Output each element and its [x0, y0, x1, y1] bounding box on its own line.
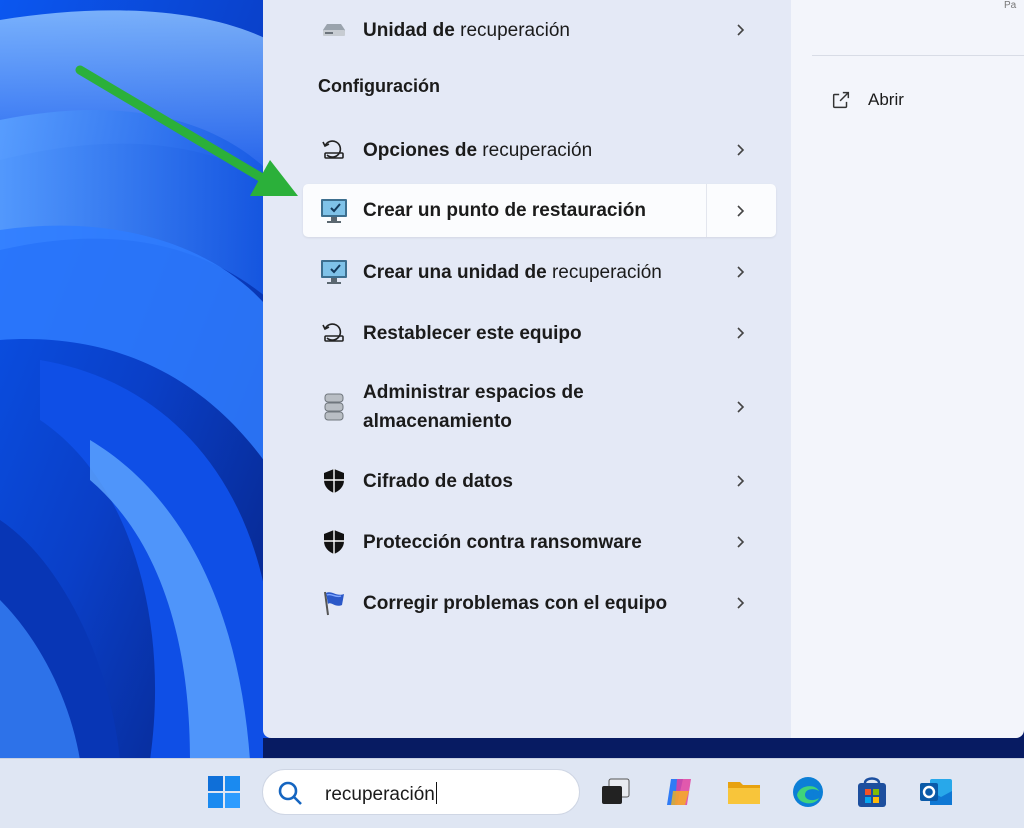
item-title-rest: recuperación [546, 261, 662, 283]
recovery-icon [319, 135, 349, 165]
system-protection-icon [319, 257, 349, 287]
item-title-bold: Opciones de [363, 139, 478, 161]
chevron-right-icon [737, 475, 745, 487]
preview-edge-text: Pa [1004, 0, 1017, 11]
storage-spaces-icon [319, 392, 349, 422]
item-title-bold: Crear una unidad de [363, 261, 547, 283]
chevron-right-icon[interactable] [733, 203, 749, 219]
result-item-crear-punto-restauracion[interactable]: Crear un punto de restauración [303, 184, 776, 237]
result-item-administrar-espacios[interactable]: Administrar espacios de almacenamiento [303, 377, 776, 437]
chevron-right-icon [737, 597, 745, 609]
preview-pane [791, 0, 1024, 738]
system-protection-icon [319, 196, 349, 226]
item-title-rest: recuperación [454, 19, 570, 41]
result-item-corregir-problemas[interactable]: Corregir problemas con el equipo [303, 587, 776, 619]
store-icon[interactable] [852, 772, 892, 812]
text-caret [435, 782, 437, 804]
result-item-unidad-recuperacion[interactable]: Unidad de recuperación [303, 14, 776, 46]
chevron-right-icon [737, 24, 745, 36]
search-results-panel [263, 0, 791, 738]
file-explorer-icon[interactable] [724, 772, 764, 812]
item-title-bold: Corregir problemas con el equipo [363, 592, 668, 614]
item-title-rest: recuperación [477, 139, 593, 161]
result-item-restablecer-equipo[interactable]: Restablecer este equipo [303, 317, 776, 349]
preview-header [812, 0, 1024, 56]
item-title-bold: Unidad de [363, 19, 455, 41]
item-title-bold: Protección contra ransomware [363, 531, 642, 553]
item-title-bold: Administrar espacios de [363, 382, 584, 403]
drive-icon [319, 15, 349, 45]
open-action-button[interactable]: Abrir [830, 86, 904, 114]
flag-icon [319, 588, 349, 618]
open-action-label: Abrir [868, 90, 904, 109]
item-title-bold: Restablecer este equipo [363, 322, 582, 344]
item-title-bold: Cifrado de datos [363, 470, 513, 492]
edge-icon[interactable] [788, 772, 828, 812]
outlook-icon[interactable] [916, 772, 956, 812]
chevron-right-icon [737, 536, 745, 548]
chevron-right-icon [737, 327, 745, 339]
result-item-proteccion-ransomware[interactable]: Protección contra ransomware [303, 526, 776, 558]
windows-start-icon[interactable] [204, 772, 244, 812]
shield-icon [319, 527, 349, 557]
row-divider [706, 184, 707, 237]
section-heading-configuracion: Configuración [318, 76, 440, 96]
recovery-icon [319, 318, 349, 348]
item-title-line2: almacenamiento [363, 411, 512, 432]
result-item-crear-unidad-recuperacion[interactable]: Crear una unidad de recuperación [303, 256, 776, 288]
search-icon [278, 781, 302, 805]
item-title-bold: Crear un punto de restauración [363, 200, 646, 221]
result-item-opciones-recuperacion[interactable]: Opciones de recuperación [303, 134, 776, 166]
chevron-right-icon [737, 401, 745, 413]
taskbar-search-input[interactable]: recuperación [262, 769, 580, 815]
copilot-icon[interactable] [660, 772, 700, 812]
chevron-right-icon [737, 144, 745, 156]
shield-icon [319, 466, 349, 496]
open-external-icon [832, 91, 850, 109]
result-item-cifrado-datos[interactable]: Cifrado de datos [303, 465, 776, 497]
task-view-icon[interactable] [596, 772, 636, 812]
search-query-text: recuperación [325, 784, 435, 805]
chevron-right-icon [737, 266, 745, 278]
